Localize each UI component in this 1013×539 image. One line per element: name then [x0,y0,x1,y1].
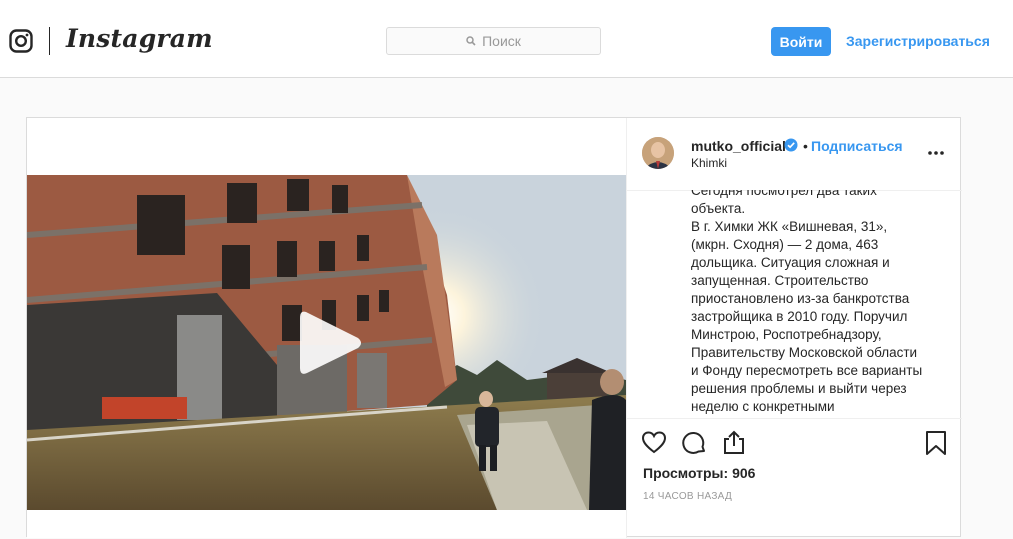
location-link[interactable]: Khimki [691,156,727,170]
more-options-icon[interactable] [927,150,945,156]
username[interactable]: mutko_official [691,138,786,154]
post-card: mutko_official • Подписаться Khimki Сего… [26,117,962,538]
share-icon[interactable] [721,430,747,456]
caption-scroll-area[interactable]: Сегодня посмотрел два таких объекта. В г… [627,190,962,418]
post-sidebar: mutko_official • Подписаться Khimki Сего… [626,118,962,538]
views-count: Просмотры: 906 [643,465,755,481]
post-timestamp[interactable]: 14 часов назад [643,491,732,502]
play-icon[interactable] [298,308,362,378]
follow-button[interactable]: Подписаться [811,138,903,154]
heart-icon[interactable] [641,430,667,456]
top-navigation: Instagram Поиск Войти Зарегистрироваться [0,0,1013,78]
bookmark-icon[interactable] [923,430,949,456]
avatar-image [642,137,674,169]
search-placeholder: Поиск [482,33,521,49]
post-header: mutko_official • Подписаться Khimki [627,118,962,191]
login-button[interactable]: Войти [771,27,831,56]
search-inner: Поиск [387,28,600,54]
verified-badge-icon [784,138,798,152]
logo-divider [49,27,50,55]
avatar[interactable] [642,137,674,169]
search-icon [466,36,476,46]
instagram-camera-icon[interactable] [9,29,33,53]
search-input[interactable]: Поиск [386,27,601,55]
views-number: 906 [732,465,756,481]
views-label: Просмотры: [643,465,729,481]
instagram-wordmark[interactable]: Instagram [66,24,213,53]
post-media [27,118,626,538]
post-actions: Просмотры: 906 14 часов назад [627,418,962,539]
comment-icon[interactable] [681,430,707,456]
video-player[interactable] [27,175,626,510]
signup-link[interactable]: Зарегистрироваться [846,33,990,49]
separator-dot: • [803,138,808,154]
post-caption: Сегодня посмотрел два таких объекта. В г… [691,190,923,418]
